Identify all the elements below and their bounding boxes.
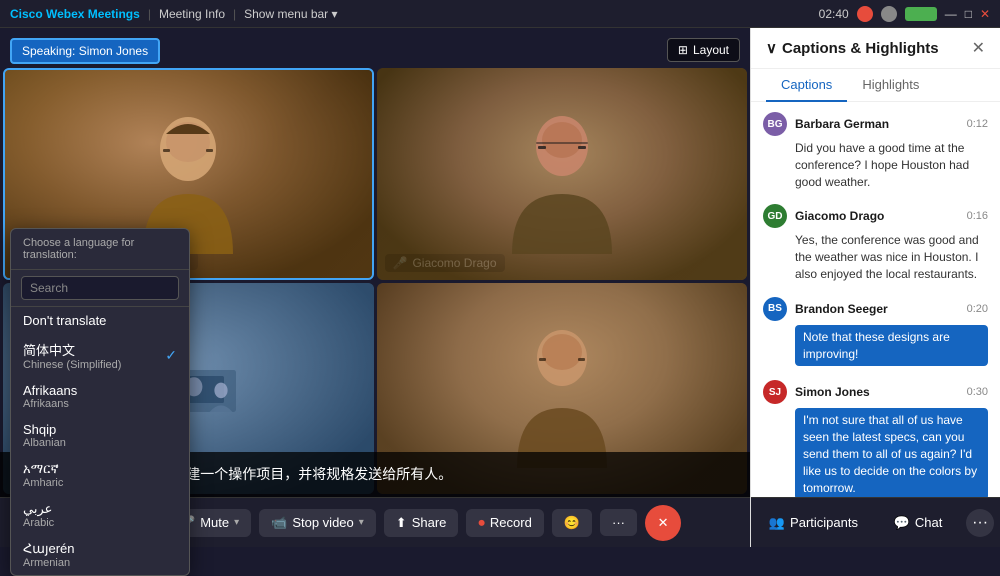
- maximize-button[interactable]: □: [965, 7, 972, 21]
- ellipsis-icon: ···: [612, 515, 625, 530]
- chevron-down-icon: ▾: [332, 7, 338, 21]
- window-close-button[interactable]: ✕: [980, 7, 990, 21]
- status-dot-red: [857, 6, 873, 22]
- video-icon: 📹: [271, 515, 287, 531]
- speaking-indicator: Speaking: Simon Jones: [10, 38, 160, 64]
- show-menu-link[interactable]: Show menu bar ▾: [244, 7, 337, 21]
- captions-list: BG Barbara German 0:12 Did you have a go…: [751, 102, 1000, 497]
- emoji-icon: 😊: [564, 515, 580, 531]
- video-cell-2: 🎤 Giacomo Drago: [377, 68, 748, 280]
- dropdown-search-container: [11, 270, 189, 307]
- highlighted-caption-2: Note that these designs are improving!: [795, 325, 988, 367]
- share-button[interactable]: ⬆ Share: [384, 509, 459, 537]
- panel-close-button[interactable]: ✕: [972, 38, 985, 58]
- checkmark-icon: ✓: [165, 347, 177, 364]
- emoji-button[interactable]: 😊: [552, 509, 592, 537]
- record-button[interactable]: ⏺ Record: [466, 509, 543, 537]
- status-dot-gray: [881, 6, 897, 22]
- panel-header: ∨ Captions & Highlights ✕: [751, 28, 1000, 69]
- avatar-3: SJ: [763, 380, 787, 404]
- panel-more-button[interactable]: ···: [966, 509, 994, 537]
- avatar-1: GD: [763, 204, 787, 228]
- caption-entry-0: BG Barbara German 0:12 Did you have a go…: [763, 112, 988, 190]
- highlighted-caption-3: I'm not sure that all of us have seen th…: [795, 408, 988, 497]
- lang-item-2[interactable]: Afrikaans Afrikaans: [11, 377, 189, 416]
- chat-button[interactable]: 💬 Chat: [882, 509, 955, 537]
- avatar-2: BS: [763, 297, 787, 321]
- meeting-time: 02:40: [819, 7, 849, 21]
- video-area: Speaking: Simon Jones ⊞ Layout: [0, 28, 750, 547]
- tab-highlights[interactable]: Highlights: [847, 69, 934, 102]
- layout-icon: ⊞: [678, 43, 688, 57]
- lang-item-5[interactable]: عربي Arabic: [11, 495, 189, 535]
- share-icon: ⬆: [396, 515, 407, 531]
- end-call-button[interactable]: ✕: [645, 505, 681, 541]
- tab-captions[interactable]: Captions: [766, 69, 847, 102]
- caption-entry-3: SJ Simon Jones 0:30 I'm not sure that al…: [763, 380, 988, 497]
- caption-entry-1: GD Giacomo Drago 0:16 Yes, the conferenc…: [763, 204, 988, 282]
- participants-button[interactable]: 👥 Participants: [757, 509, 870, 537]
- record-icon: ⏺: [478, 515, 485, 531]
- caption-entry-2: BS Brandon Seeger 0:20 Note that these d…: [763, 297, 988, 367]
- title-bar: Cisco Webex Meetings | Meeting Info | Sh…: [0, 0, 1000, 28]
- end-call-icon: ✕: [658, 515, 669, 531]
- battery-icon: [905, 7, 937, 21]
- mute-caret[interactable]: ▾: [234, 517, 239, 528]
- layout-button[interactable]: ⊞ Layout: [667, 38, 740, 62]
- chevron-icon: ∨: [766, 39, 777, 57]
- lang-item-0[interactable]: Don't translate: [11, 307, 189, 334]
- more-options-button[interactable]: ···: [600, 509, 637, 536]
- person-2: [377, 68, 748, 280]
- language-dropdown: Choose a language for translation: Don't…: [10, 228, 190, 576]
- lang-item-3[interactable]: Shqip Albanian: [11, 416, 189, 455]
- main-container: Speaking: Simon Jones ⊞ Layout: [0, 28, 1000, 547]
- stop-video-button[interactable]: 📹 Stop video ▾: [259, 509, 376, 537]
- app-name: Cisco Webex Meetings: [10, 7, 140, 21]
- avatar-0: BG: [763, 112, 787, 136]
- language-search-input[interactable]: [21, 276, 179, 300]
- minimize-button[interactable]: —: [945, 7, 957, 21]
- panel-bottom-bar: 👥 Participants 💬 Chat ···: [751, 497, 1000, 547]
- participants-icon: 👥: [769, 515, 785, 531]
- chat-icon: 💬: [894, 515, 910, 531]
- lang-item-4[interactable]: አማርኛ Amharic: [11, 455, 189, 495]
- dropdown-header: Choose a language for translation:: [11, 229, 189, 270]
- panel-title: ∨ Captions & Highlights: [766, 39, 939, 57]
- video-caret[interactable]: ▾: [359, 517, 364, 528]
- meeting-info-link[interactable]: Meeting Info: [159, 7, 225, 21]
- lang-item-1[interactable]: 简体中文 Chinese (Simplified) ✓: [11, 334, 189, 377]
- toolbar-center: 🎤 Mute ▾ 📹 Stop video ▾ ⬆ Share ⏺ Record: [167, 505, 681, 541]
- right-panel: ∨ Captions & Highlights ✕ Captions Highl…: [750, 28, 1000, 547]
- lang-item-6[interactable]: Հայerén Armenian: [11, 535, 189, 575]
- panel-tabs: Captions Highlights: [751, 69, 1000, 102]
